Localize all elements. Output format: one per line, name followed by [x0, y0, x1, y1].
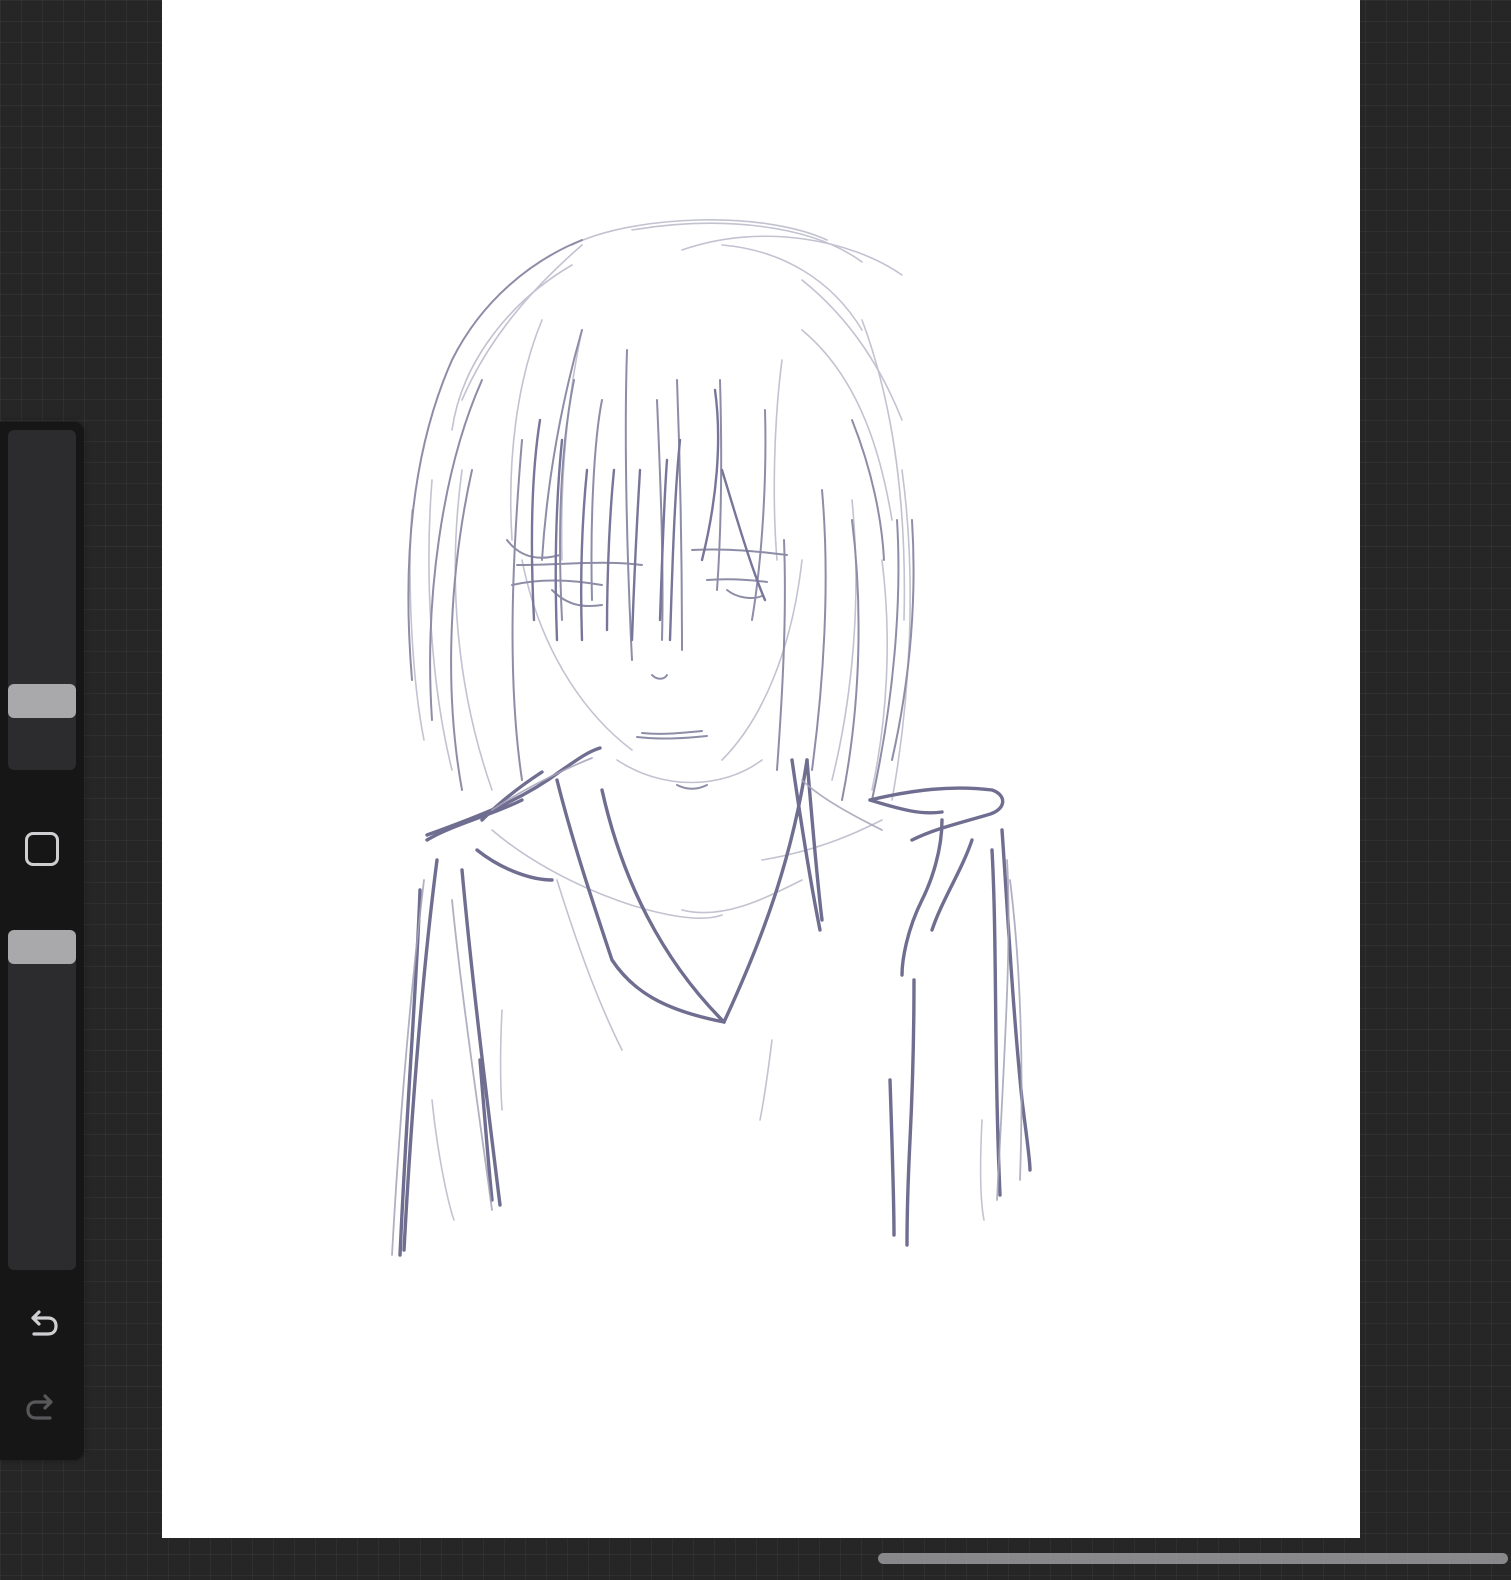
redo-arrow-icon — [26, 1394, 53, 1420]
modify-button[interactable] — [21, 828, 63, 870]
square-outline-icon — [25, 832, 59, 866]
brush-opacity-slider[interactable] — [8, 930, 76, 1270]
tool-sidebar — [0, 422, 84, 1460]
brush-size-slider[interactable] — [8, 430, 76, 770]
workspace-grid[interactable] — [0, 0, 1511, 1580]
sketch-artwork — [391, 219, 1032, 1257]
drawing-canvas[interactable] — [162, 0, 1360, 1538]
horizontal-scrollbar[interactable] — [878, 1553, 1508, 1564]
undo-button[interactable] — [18, 1300, 66, 1348]
undo-arrow-icon — [31, 1310, 58, 1336]
redo-button[interactable] — [18, 1384, 66, 1432]
brush-opacity-thumb[interactable] — [8, 930, 76, 964]
brush-size-thumb[interactable] — [8, 684, 76, 718]
